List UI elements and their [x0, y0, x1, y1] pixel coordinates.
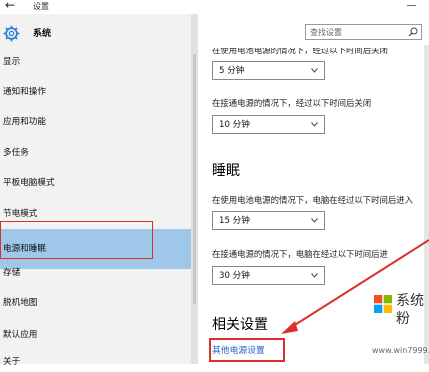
sleep-plugged-label: 在接通电源的情况下，电脑在经过以下时间后进 — [212, 249, 388, 259]
back-arrow-icon[interactable]: ← — [5, 0, 15, 12]
window-title: 设置 — [33, 2, 49, 11]
sidebar-item-display[interactable]: 显示 — [0, 52, 191, 72]
watermark-url: www.win7999.com — [372, 346, 429, 355]
title-bar: ← 设置 — [0, 0, 429, 14]
sidebar-item-notifications[interactable]: 通知和操作 — [0, 82, 191, 102]
scrollbar-thumb[interactable] — [193, 54, 196, 304]
screen-battery-value: 5 分钟 — [219, 66, 245, 76]
sleep-battery-label: 在使用电池电源的情况下，电脑在经过以下时间后进入 — [212, 195, 413, 205]
screen-battery-dropdown[interactable]: 5 分钟 — [212, 61, 325, 80]
search-input[interactable]: 查找设置 — [305, 24, 422, 40]
screen-plugged-dropdown[interactable]: 10 分钟 — [212, 115, 325, 134]
screen-plugged-value: 10 分钟 — [219, 120, 250, 130]
sleep-battery-value: 15 分钟 — [219, 216, 250, 226]
sidebar-item-apps-features[interactable]: 应用和功能 — [0, 112, 191, 132]
windows-logo-icon — [374, 295, 392, 313]
sidebar-scrollbar[interactable] — [191, 14, 198, 364]
other-power-settings-link[interactable]: 其他电源设置 — [212, 345, 265, 357]
chevron-down-icon — [311, 218, 318, 223]
sleep-plugged-dropdown[interactable]: 30 分钟 — [212, 266, 325, 285]
chevron-down-icon — [311, 122, 318, 127]
chevron-down-icon — [311, 68, 318, 73]
gear-icon — [3, 25, 20, 42]
sidebar-header: 系统 — [0, 24, 191, 46]
system-label: 系统 — [33, 29, 52, 39]
minimize-icon[interactable] — [407, 5, 416, 6]
sidebar-item-offline-maps[interactable]: 脱机地图 — [0, 293, 191, 313]
sidebar-item-about[interactable]: 关于 — [0, 352, 191, 372]
related-settings-title: 相关设置 — [212, 317, 268, 333]
sidebar-item-multitasking[interactable]: 多任务 — [0, 143, 191, 163]
sidebar-item-default-apps[interactable]: 默认应用 — [0, 325, 191, 345]
screen-battery-label: 在使用电池电源的情况下，经过以下时间后关闭 — [212, 45, 388, 55]
sidebar-item-storage[interactable]: 存储 — [0, 263, 191, 283]
chevron-down-icon — [311, 273, 318, 278]
sleep-battery-dropdown[interactable]: 15 分钟 — [212, 211, 325, 230]
watermark-brand: 系统粉 — [396, 293, 424, 327]
search-placeholder: 查找设置 — [310, 28, 342, 37]
sleep-plugged-value: 30 分钟 — [219, 271, 250, 281]
screen-plugged-label: 在接通电源的情况下，经过以下时间后关闭 — [212, 98, 372, 108]
sidebar: 系统 显示 通知和操作 应用和功能 多任务 平板电脑模式 节电模式 电源和睡眠 … — [0, 14, 191, 367]
sidebar-item-tablet-mode[interactable]: 平板电脑模式 — [0, 173, 191, 193]
search-icon[interactable] — [408, 27, 418, 37]
sidebar-item-battery-saver[interactable]: 节电模式 — [0, 204, 191, 224]
sleep-section-title: 睡眠 — [212, 163, 240, 179]
